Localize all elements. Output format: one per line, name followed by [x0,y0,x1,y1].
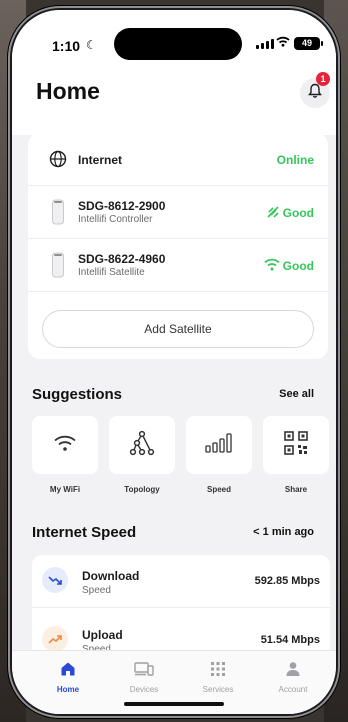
device-name: SDG-8622-4960 [78,252,166,266]
tile-label: Speed [206,485,231,494]
tile-share[interactable] [263,416,329,474]
tab-label: Account [278,685,308,694]
router-icon [46,252,70,278]
tab-account[interactable]: Account [258,661,328,694]
internet-row[interactable]: Internet Online [28,133,328,186]
tile-label: My WiFi [49,485,81,494]
status-time: 1:10 [52,38,81,54]
bars-icon [205,432,233,458]
device-type: Intellifi Controller [78,214,153,225]
device-type: Intellifi Satellite [78,267,145,278]
person-icon [285,662,301,681]
speed-updated-time: < 1 min ago [253,526,314,538]
topology-icon [129,430,155,461]
wifi-icon [53,434,77,457]
tab-devices[interactable]: Devices [109,661,179,694]
moon-icon: ☾ [86,38,97,52]
download-label: Download [82,569,140,583]
wifi-icon [264,258,280,276]
tab-services[interactable]: Services [183,661,253,694]
device-name: SDG-8612-2900 [78,199,166,213]
grid-icon [210,662,226,681]
dynamic-island [114,28,242,60]
add-satellite-button[interactable]: Add Satellite [42,310,314,348]
app-screen: 1:10 ☾ 49 Home 1 Internet Online SDG-861… [12,10,336,714]
home-indicator [124,702,224,706]
tab-label: Services [202,685,234,694]
cellular-signal-icon [256,39,274,49]
device-status: Good [282,206,314,220]
internet-speed-title: Internet Speed [32,524,137,541]
tile-topology[interactable] [109,416,175,474]
tab-label: Devices [129,685,159,694]
device-status: Good [282,259,314,273]
upload-trend-icon [42,626,68,652]
signal-strong-icon [266,205,280,224]
upload-label: Upload [82,628,123,642]
wifi-status-icon [276,35,290,50]
tile-speed[interactable] [186,416,252,474]
device-row[interactable]: SDG-8612-2900 Intellifi Controller Good [28,186,328,239]
upload-value: 51.54 Mbps [260,634,320,646]
tab-home[interactable]: Home [33,661,103,694]
internet-label: Internet [78,153,123,167]
download-trend-icon [42,567,68,593]
notification-badge: 1 [316,72,330,86]
globe-icon [46,147,70,171]
suggestions-title: Suggestions [32,386,123,403]
download-value: 592.85 Mbps [254,575,320,587]
internet-status: Online [276,153,314,167]
tab-label: Home [56,685,80,694]
phone-frame: 1:10 ☾ 49 Home 1 Internet Online SDG-861… [8,6,340,718]
qr-icon [284,430,308,460]
tile-label: Share [284,485,308,494]
devices-icon [134,662,154,681]
network-card: Internet Online SDG-8612-2900 Intellifi … [28,133,328,359]
download-row[interactable]: Download Speed 592.85 Mbps [32,555,330,608]
home-icon [60,662,76,681]
page-title: Home [36,78,100,104]
battery-icon: 49 [294,37,323,50]
tile-label: Topology [124,485,160,494]
download-sub: Speed [82,585,111,596]
router-icon [46,199,70,225]
tile-my-wifi[interactable] [32,416,98,474]
device-row[interactable]: SDG-8622-4960 Intellifi Satellite Good [28,239,328,292]
see-all-link[interactable]: See all [279,388,314,400]
